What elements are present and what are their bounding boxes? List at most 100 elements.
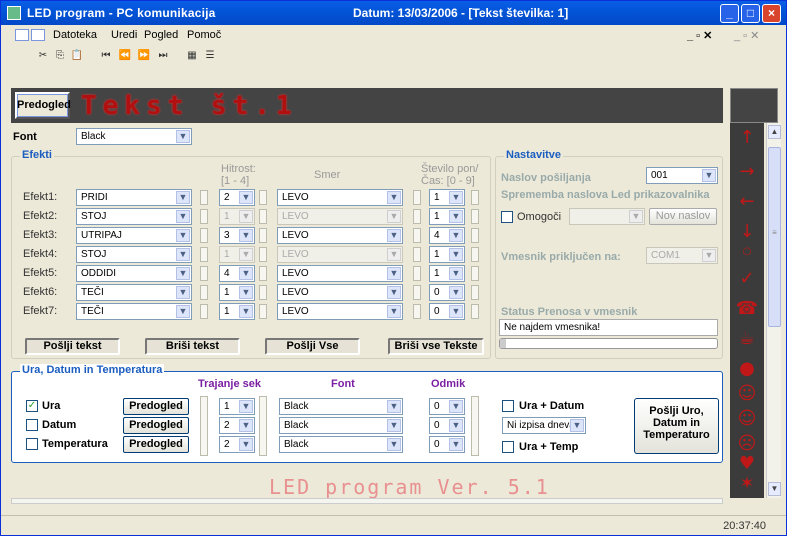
sad-face-icon[interactable]: ☹ bbox=[730, 433, 764, 455]
clock-row-checkbox[interactable] bbox=[26, 438, 38, 450]
speed-select[interactable]: 3 ▼ bbox=[219, 227, 255, 244]
minimize-button[interactable]: _ bbox=[720, 4, 739, 23]
copy-icon[interactable]: ⎘ bbox=[53, 49, 67, 62]
dot-icon[interactable]: ○ bbox=[730, 241, 764, 263]
send-all-button[interactable]: Pošlji Vse bbox=[265, 338, 360, 355]
clock-font-select[interactable]: Black ▼ bbox=[279, 398, 403, 415]
clock-temp-combo-checkbox[interactable] bbox=[502, 441, 514, 453]
statusbar: 20:37:40 bbox=[1, 515, 786, 535]
menu-datoteka[interactable]: Datoteka bbox=[53, 29, 97, 41]
repeat-select[interactable]: 0 ▼ bbox=[429, 284, 465, 301]
spacer bbox=[471, 266, 479, 281]
speed-select[interactable]: 1 ▼ bbox=[219, 303, 255, 320]
close-button[interactable]: × bbox=[762, 4, 781, 23]
repeat-select[interactable]: 1 ▼ bbox=[429, 265, 465, 282]
duration-select[interactable]: 1 ▼ bbox=[219, 398, 255, 415]
direction-select[interactable]: LEVO ▼ bbox=[277, 227, 403, 244]
check-icon[interactable]: ✓ bbox=[730, 268, 764, 290]
enable-checkbox[interactable] bbox=[501, 211, 513, 223]
arrow-left-icon[interactable]: ← bbox=[730, 191, 764, 213]
neutral-face-icon[interactable]: ☺ bbox=[730, 408, 764, 430]
horizontal-scrollbar[interactable] bbox=[11, 498, 723, 504]
duration-select[interactable]: 2 ▼ bbox=[219, 417, 255, 434]
arrow-up-icon[interactable]: ↑ bbox=[730, 127, 764, 149]
clock-preview-button[interactable]: Predogled bbox=[123, 417, 189, 434]
scroll-thumb[interactable]: ≡ bbox=[768, 147, 781, 327]
send-text-button[interactable]: Pošlji tekst bbox=[25, 338, 120, 355]
effect-select[interactable]: STOJ ▼ bbox=[76, 208, 192, 225]
speed-select[interactable]: 4 ▼ bbox=[219, 265, 255, 282]
arrow-right-icon[interactable]: → bbox=[730, 161, 764, 183]
first-icon[interactable]: ⏮ bbox=[99, 49, 113, 62]
effect-select[interactable]: PRIDI ▼ bbox=[76, 189, 192, 206]
chevron-down-icon: ▼ bbox=[176, 305, 190, 318]
direction-select[interactable]: LEVO ▼ bbox=[277, 189, 403, 206]
offset-select[interactable]: 0 ▼ bbox=[429, 436, 465, 453]
clock-font-select[interactable]: Black ▼ bbox=[279, 417, 403, 434]
duration-select[interactable]: 2 ▼ bbox=[219, 436, 255, 453]
last-icon[interactable]: ⏭ bbox=[156, 49, 170, 62]
repeat-select[interactable]: 1 ▼ bbox=[429, 189, 465, 206]
direction-select[interactable]: LEVO ▼ bbox=[277, 284, 403, 301]
mdi-controls-icon[interactable]: _ ▫ ✕ bbox=[687, 29, 712, 42]
speed-select[interactable]: 1 ▼ bbox=[219, 284, 255, 301]
effect-select[interactable]: TEČI ▼ bbox=[76, 284, 192, 301]
address-select[interactable]: 001 ▼ bbox=[646, 167, 718, 184]
effect-label: Efekt6: bbox=[23, 286, 58, 298]
repeat-select[interactable]: 1 ▼ bbox=[429, 246, 465, 263]
clock-font-select[interactable]: Black ▼ bbox=[279, 436, 403, 453]
preview-button[interactable]: Predogled bbox=[15, 92, 71, 119]
arrow-down-icon[interactable]: ↓ bbox=[730, 221, 764, 243]
offset-select[interactable]: 0 ▼ bbox=[429, 417, 465, 434]
effect-select[interactable]: TEČI ▼ bbox=[76, 303, 192, 320]
clock-date-combo-checkbox[interactable] bbox=[502, 400, 514, 412]
chevron-down-icon: ▼ bbox=[702, 169, 716, 182]
scroll-up-icon[interactable]: ▲ bbox=[768, 125, 781, 139]
chevron-down-icon: ▼ bbox=[387, 248, 401, 261]
send-clock-button[interactable]: Pošlji Uro, Datum in Temperaturo bbox=[634, 398, 719, 454]
cut-icon[interactable]: ✂ bbox=[36, 49, 50, 62]
spacer bbox=[200, 190, 208, 205]
heart-icon[interactable]: ♥ bbox=[730, 453, 764, 475]
ball-icon[interactable]: ● bbox=[730, 358, 764, 380]
chevron-down-icon: ▼ bbox=[449, 229, 463, 242]
menu-pomoc[interactable]: Pomoč bbox=[187, 29, 221, 41]
star-icon[interactable]: ✶ bbox=[730, 473, 764, 495]
menu-uredi[interactable]: Uredi bbox=[111, 29, 137, 41]
font-select[interactable]: Black ▼ bbox=[76, 128, 192, 145]
direction-select[interactable]: LEVO ▼ bbox=[277, 265, 403, 282]
maximize-button[interactable]: □ bbox=[741, 4, 760, 23]
prev-icon[interactable]: ⏪ bbox=[118, 49, 132, 62]
direction-value: LEVO bbox=[282, 287, 309, 298]
smile-icon[interactable]: ☺ bbox=[730, 383, 764, 405]
repeat-select[interactable]: 4 ▼ bbox=[429, 227, 465, 244]
repeat-select[interactable]: 0 ▼ bbox=[429, 303, 465, 320]
phone-icon[interactable]: ☎ bbox=[730, 298, 764, 320]
day-format-select[interactable]: Ni izpisa dneva ▼ bbox=[502, 417, 586, 434]
menu-pogled[interactable]: Pogled bbox=[144, 29, 178, 41]
repeat-select[interactable]: 1 ▼ bbox=[429, 208, 465, 225]
paste-icon[interactable]: 📋 bbox=[70, 49, 84, 62]
next-icon[interactable]: ⏩ bbox=[137, 49, 151, 62]
clock-row-checkbox[interactable] bbox=[26, 419, 38, 431]
cup-icon[interactable]: ☕ bbox=[730, 328, 764, 350]
list-icon[interactable]: ☰ bbox=[203, 49, 217, 62]
effect-select[interactable]: STOJ ▼ bbox=[76, 246, 192, 263]
clock-preview-button[interactable]: Predogled bbox=[123, 436, 189, 453]
effect-select[interactable]: UTRIPAJ ▼ bbox=[76, 227, 192, 244]
grid-icon[interactable]: ▦ bbox=[185, 49, 199, 62]
effect-value: TEČI bbox=[81, 306, 104, 317]
status-label: Status Prenosa v vmesnik bbox=[501, 306, 638, 318]
chevron-down-icon: ▼ bbox=[387, 267, 401, 280]
vertical-scrollbar[interactable]: ▲ ≡ ▼ bbox=[766, 123, 781, 498]
clock-preview-button[interactable]: Predogled bbox=[123, 398, 189, 415]
clock-row-checkbox[interactable]: ✓ bbox=[26, 400, 38, 412]
scroll-down-icon[interactable]: ▼ bbox=[768, 482, 781, 496]
effect-select[interactable]: ODDIDI ▼ bbox=[76, 265, 192, 282]
delete-all-button[interactable]: Briši vse Tekste bbox=[388, 338, 484, 355]
delete-text-button[interactable]: Briši tekst bbox=[145, 338, 240, 355]
offset-select[interactable]: 0 ▼ bbox=[429, 398, 465, 415]
speed-select[interactable]: 2 ▼ bbox=[219, 189, 255, 206]
spacer bbox=[259, 190, 267, 205]
direction-select[interactable]: LEVO ▼ bbox=[277, 303, 403, 320]
